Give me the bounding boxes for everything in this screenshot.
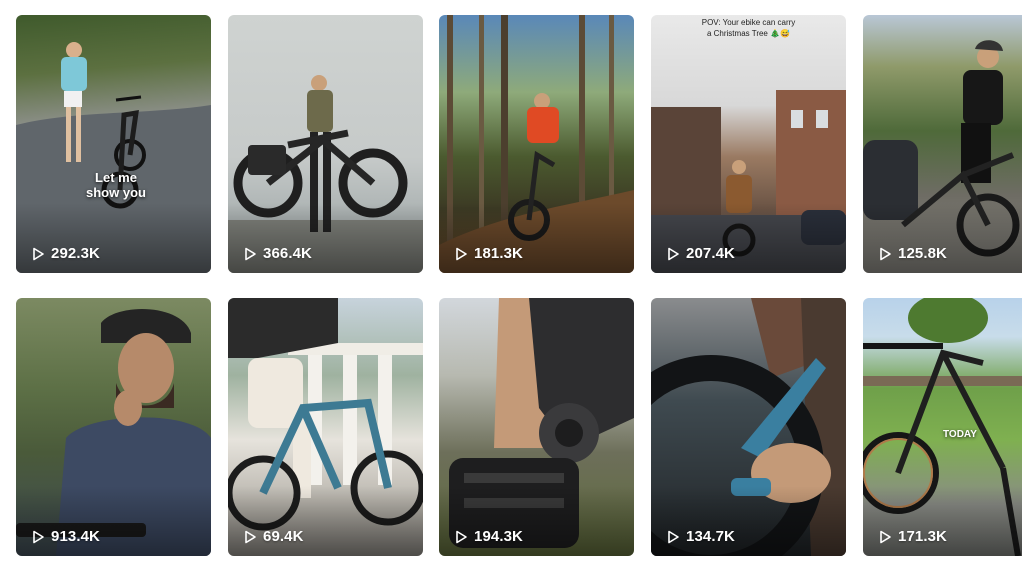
view-count: 913.4K: [31, 528, 100, 545]
play-outline-icon: [668, 530, 679, 543]
view-count: 181.3K: [454, 245, 523, 262]
play-outline-icon: [456, 247, 467, 260]
view-count: 194.3K: [454, 528, 523, 545]
view-count: 171.3K: [878, 528, 947, 545]
play-outline-icon: [245, 530, 256, 543]
view-count-label: 207.4K: [686, 245, 735, 262]
view-count-label: 69.4K: [263, 528, 304, 545]
video-card[interactable]: 181.3K: [439, 15, 634, 273]
video-card[interactable]: 366.4K: [228, 15, 423, 273]
play-outline-icon: [880, 530, 891, 543]
view-count-label: 366.4K: [263, 245, 312, 262]
play-outline-icon: [880, 247, 891, 260]
video-grid: Let me show you 292.3K 366.4K 181.3K POV…: [16, 15, 1022, 560]
video-caption: POV: Your ebike can carry a Christmas Tr…: [701, 18, 796, 38]
view-count: 125.8K: [878, 245, 947, 262]
video-card[interactable]: POV: Your ebike can carry a Christmas Tr…: [651, 15, 846, 273]
view-count-label: 913.4K: [51, 528, 100, 545]
video-overlay-text: TODAY: [943, 429, 977, 440]
view-count: 69.4K: [243, 528, 304, 545]
video-card[interactable]: 125.8K: [863, 15, 1022, 273]
play-outline-icon: [33, 247, 44, 260]
video-card[interactable]: 194.3K: [439, 298, 634, 556]
video-overlay-text: Let me show you: [86, 170, 146, 200]
view-count-label: 134.7K: [686, 528, 735, 545]
view-count: 292.3K: [31, 245, 100, 262]
video-card[interactable]: Let me show you 292.3K: [16, 15, 211, 273]
view-count-label: 292.3K: [51, 245, 100, 262]
view-count-label: 125.8K: [898, 245, 947, 262]
video-card[interactable]: 69.4K: [228, 298, 423, 556]
view-count: 207.4K: [666, 245, 735, 262]
view-count-label: 194.3K: [474, 528, 523, 545]
play-outline-icon: [245, 247, 256, 260]
play-outline-icon: [668, 247, 679, 260]
video-card[interactable]: 913.4K: [16, 298, 211, 556]
view-count: 366.4K: [243, 245, 312, 262]
view-count-label: 181.3K: [474, 245, 523, 262]
video-card[interactable]: 134.7K: [651, 298, 846, 556]
play-outline-icon: [33, 530, 44, 543]
play-outline-icon: [456, 530, 467, 543]
view-count-label: 171.3K: [898, 528, 947, 545]
view-count: 134.7K: [666, 528, 735, 545]
video-card[interactable]: TODAY 171.3K: [863, 298, 1022, 556]
